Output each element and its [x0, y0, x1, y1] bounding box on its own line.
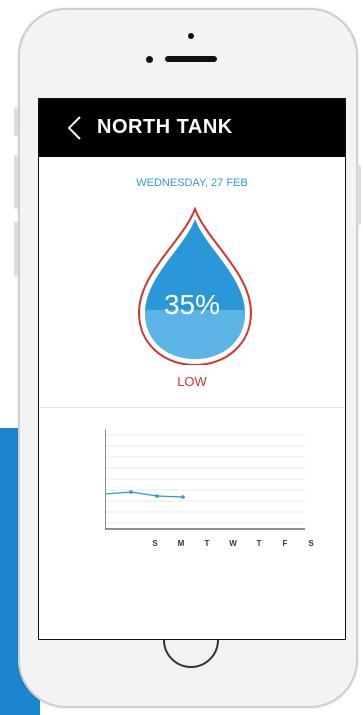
water-drop-icon: [137, 207, 253, 365]
section-divider: [39, 407, 345, 408]
front-camera: [188, 33, 194, 39]
proximity-sensor: [146, 56, 153, 63]
x-tick-label: F: [282, 539, 288, 548]
x-tick-label: T: [204, 539, 210, 548]
weekly-level-chart: [105, 429, 305, 530]
nav-bar: NORTH TANK: [39, 99, 345, 157]
x-tick-label: S: [308, 539, 314, 548]
power-button: [357, 165, 361, 225]
x-tick-label: M: [177, 539, 185, 548]
series-points: [129, 490, 185, 499]
data-point: [155, 494, 159, 498]
series-line: [105, 491, 184, 498]
mute-switch: [14, 108, 18, 136]
volume-down-button: [14, 222, 18, 276]
chevron-left-icon[interactable]: [67, 116, 83, 140]
x-tick-label: T: [256, 539, 262, 548]
chart-grid: [105, 434, 305, 524]
x-tick-label: W: [229, 539, 237, 548]
status-label: LOW: [177, 374, 207, 389]
x-tick-label: S: [152, 539, 158, 548]
data-point: [181, 495, 185, 499]
volume-up-button: [14, 155, 18, 209]
earpiece-speaker: [165, 56, 217, 62]
level-percentage: 35%: [163, 289, 221, 320]
page-title: NORTH TANK: [97, 116, 233, 138]
date-label: WEDNESDAY, 27 FEB: [136, 177, 248, 189]
app-screen: NORTH TANK WEDNESDAY, 27 FEB 35% LOW S M T…: [38, 98, 346, 640]
data-point: [129, 490, 133, 494]
